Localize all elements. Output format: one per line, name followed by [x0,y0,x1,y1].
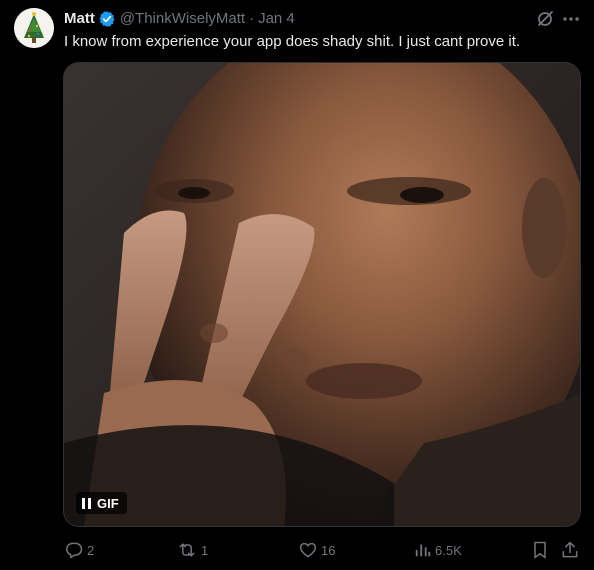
author-name[interactable]: Matt [64,9,95,29]
like-icon [299,542,317,558]
tweet-header: Matt @ThinkWiselyMatt · Jan 4 [64,9,295,29]
share-icon [562,541,578,558]
views-button[interactable]: 6.5K [414,538,462,562]
views-count: 6.5K [435,542,462,558]
bookmark-button[interactable] [530,538,550,562]
tweet-date[interactable]: Jan 4 [258,9,295,29]
repost-count: 1 [201,542,209,558]
reply-count: 2 [87,542,95,558]
verified-badge-icon [99,11,115,27]
bookmark-icon [534,541,546,559]
avatar[interactable] [14,8,54,48]
views-icon [415,544,431,557]
reply-button[interactable]: 2 [64,538,94,562]
grok-button[interactable] [535,9,555,29]
christmas-tree-icon [14,8,54,48]
pause-icon [82,497,91,509]
share-button[interactable] [560,538,580,562]
gif-label: GIF [97,495,119,511]
repost-icon [179,543,195,557]
gif-frame-image [64,63,580,526]
author-handle[interactable]: @ThinkWiselyMatt [120,9,245,29]
repost-button[interactable]: 1 [176,538,208,562]
more-button[interactable] [561,9,581,29]
like-count: 16 [321,542,336,558]
action-bar: 2 1 16 6.5K [60,538,584,562]
grok-icon [538,11,553,26]
separator-dot: · [249,10,255,27]
like-button[interactable]: 16 [298,538,335,562]
reply-icon [66,542,83,559]
gif-badge[interactable]: GIF [76,492,127,514]
gif-media[interactable]: GIF [63,62,581,527]
tweet[interactable]: Matt @ThinkWiselyMatt · Jan 4 I know fro… [0,0,594,570]
tweet-text: I know from experience your app does sha… [64,33,521,50]
more-icon [563,17,579,21]
